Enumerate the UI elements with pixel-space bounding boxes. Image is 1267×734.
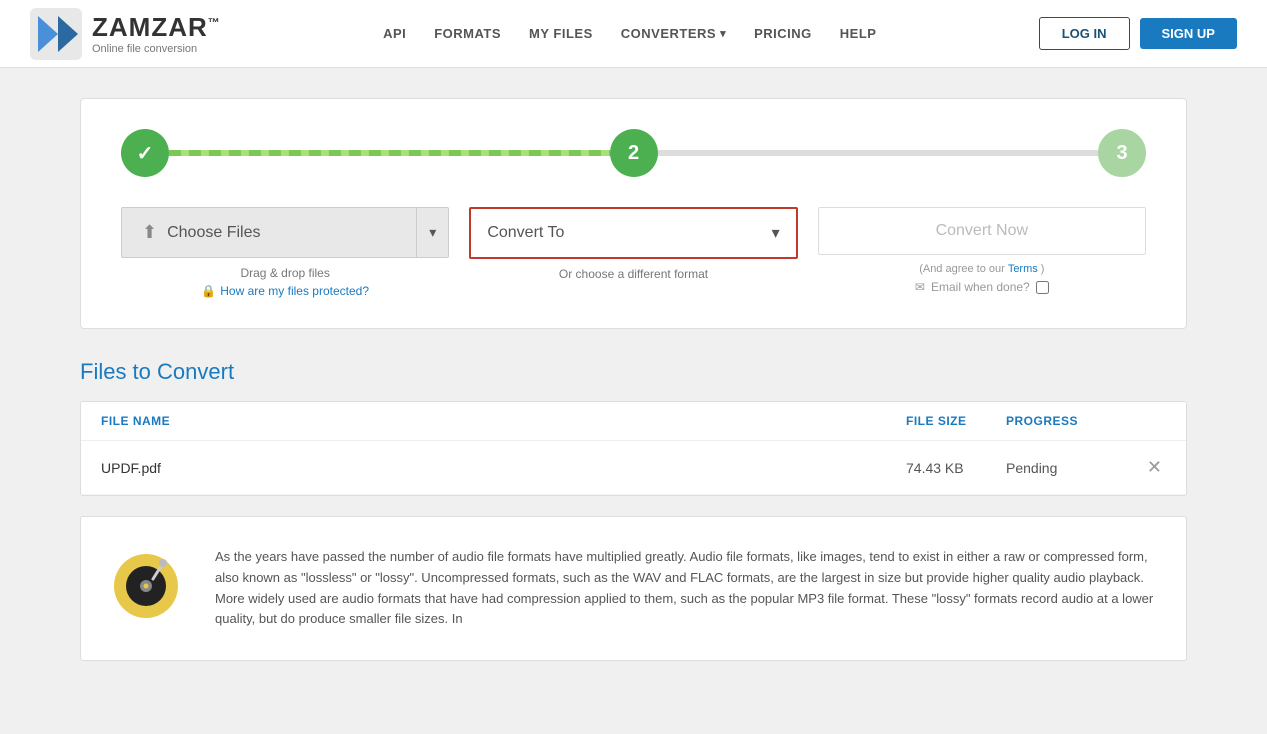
col-filesize-header: FILE SIZE (906, 414, 1006, 428)
remove-file-button[interactable]: ✕ (1143, 457, 1166, 478)
table-row: UPDF.pdf 74.43 KB Pending ✕ (81, 441, 1186, 495)
logo-name: ZAMZAR™ (92, 12, 221, 43)
nav-buttons: LOG IN SIGN UP (1039, 17, 1237, 50)
upload-icon: ⬆ (142, 222, 157, 243)
choose-files-btn-row: ⬆ Choose Files ▾ (121, 207, 449, 258)
row-filesize: 74.43 KB (906, 460, 1006, 476)
files-section: Files to Convert FILE NAME FILE SIZE PRO… (80, 359, 1187, 496)
col-filename-header: FILE NAME (101, 414, 906, 428)
choose-files-button[interactable]: ⬆ Choose Files (121, 207, 416, 258)
terms-note: (And agree to our Terms ) (919, 263, 1044, 275)
drag-drop-label: Drag & drop files (240, 266, 329, 280)
choose-files-dropdown-button[interactable]: ▾ (416, 207, 449, 258)
nav-my-files[interactable]: MY FILES (529, 26, 593, 41)
nav-formats[interactable]: FORMATS (434, 26, 501, 41)
logo-area: ZAMZAR™ Online file conversion (30, 8, 221, 60)
col-action-header (1126, 414, 1166, 428)
row-action: ✕ (1126, 457, 1166, 478)
zamzar-logo-icon (30, 8, 82, 60)
convert-now-button[interactable]: Convert Now (818, 207, 1146, 255)
nav-pricing[interactable]: PRICING (754, 26, 812, 41)
step-2-circle: 2 (610, 129, 658, 177)
info-section: As the years have passed the number of a… (80, 516, 1187, 661)
col-progress-header: PROGRESS (1006, 414, 1126, 428)
login-button[interactable]: LOG IN (1039, 17, 1130, 50)
convert-to-subtitle: Or choose a different format (559, 267, 708, 281)
logo-subtitle: Online file conversion (92, 43, 221, 55)
terms-link[interactable]: Terms (1008, 263, 1038, 275)
convert-to-group: Convert To ▾ Or choose a different forma… (469, 207, 797, 281)
choose-files-group: ⬆ Choose Files ▾ Drag & drop files 🔒 How… (121, 207, 449, 298)
convert-now-group: Convert Now (And agree to our Terms ) ✉ … (818, 207, 1146, 294)
nav-converters[interactable]: CONVERTERS ▾ (621, 26, 726, 41)
lock-icon: 🔒 (201, 284, 216, 298)
step-line-2-3 (658, 150, 1099, 156)
chevron-down-icon: ▾ (429, 224, 436, 241)
main-nav: API FORMATS MY FILES CONVERTERS ▾ PRICIN… (383, 26, 876, 41)
nav-help[interactable]: HELP (840, 26, 877, 41)
file-protection-link[interactable]: 🔒 How are my files protected? (201, 284, 369, 298)
info-body: As the years have passed the number of a… (215, 547, 1156, 630)
signup-button[interactable]: SIGN UP (1140, 18, 1237, 49)
step-1-circle: ✓ (121, 129, 169, 177)
files-title: Files to Convert (80, 359, 1187, 385)
header: ZAMZAR™ Online file conversion API FORMA… (0, 0, 1267, 68)
step-line-1-2 (169, 150, 610, 156)
convert-to-select[interactable]: Convert To ▾ (469, 207, 797, 259)
step-3-circle: 3 (1098, 129, 1146, 177)
logo-text: ZAMZAR™ Online file conversion (92, 12, 221, 55)
row-progress: Pending (1006, 460, 1126, 476)
convert-to-arrow-icon: ▾ (772, 223, 780, 243)
steps-row: ✓ 2 3 (121, 129, 1146, 177)
files-table: FILE NAME FILE SIZE PROGRESS UPDF.pdf 74… (80, 401, 1187, 496)
email-row: ✉ Email when done? (915, 280, 1049, 294)
conversion-box: ✓ 2 3 ⬆ Choose Files ▾ (80, 98, 1187, 329)
nav-api[interactable]: API (383, 26, 406, 41)
email-checkbox[interactable] (1036, 281, 1049, 294)
action-row: ⬆ Choose Files ▾ Drag & drop files 🔒 How… (121, 207, 1146, 298)
main-content: ✓ 2 3 ⬆ Choose Files ▾ (0, 68, 1267, 691)
info-image (111, 547, 191, 630)
converters-chevron-icon: ▾ (720, 27, 726, 40)
envelope-icon: ✉ (915, 280, 925, 294)
record-player-icon (111, 551, 181, 621)
row-filename: UPDF.pdf (101, 460, 906, 476)
files-table-header: FILE NAME FILE SIZE PROGRESS (81, 402, 1186, 441)
